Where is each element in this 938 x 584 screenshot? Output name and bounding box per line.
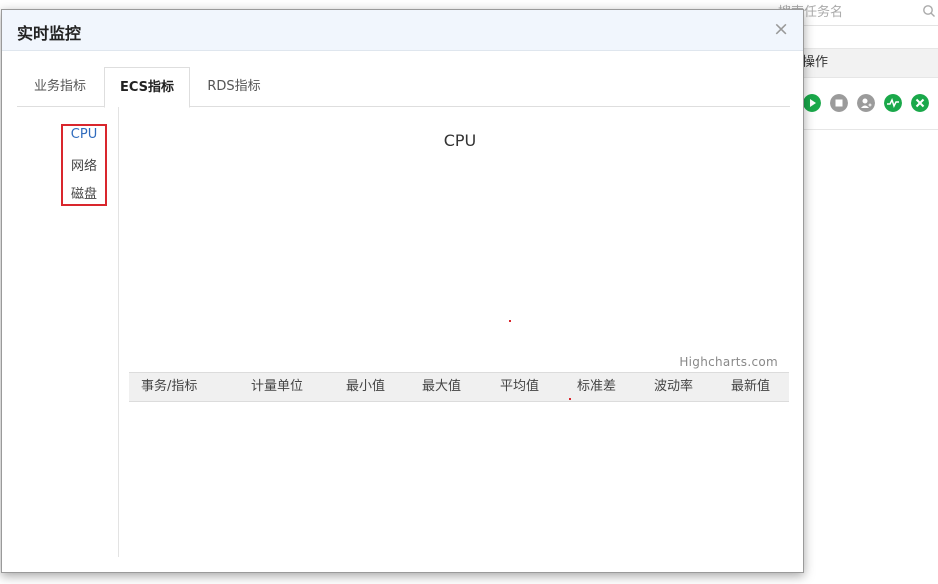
monitor-icon[interactable] [884, 94, 902, 112]
modal-title: 实时监控 [17, 24, 82, 43]
operation-label: 操作 [802, 55, 829, 70]
metric-nav: CPU 网络 磁盘 [2, 107, 119, 557]
nav-item-cpu[interactable]: CPU [63, 127, 105, 142]
close-icon[interactable]: × [773, 19, 789, 39]
stop-icon[interactable] [830, 94, 848, 112]
realtime-monitor-modal: 实时监控 × 业务指标 ECS指标 RDS指标 CPU 网络 磁盘 CPU Hi… [1, 9, 804, 573]
start-icon[interactable] [803, 94, 821, 112]
column-header: 平均值 [500, 379, 540, 394]
nav-highlight-box: CPU 网络 磁盘 [61, 124, 107, 206]
chart-point [509, 320, 511, 322]
chart-title: CPU [443, 131, 477, 150]
tab-rds-metrics[interactable]: RDS指标 [191, 67, 277, 107]
metric-tabs: 业务指标 ECS指标 RDS指标 [17, 67, 790, 108]
tab-ecs-metrics[interactable]: ECS指标 [104, 67, 190, 108]
column-header: 波动率 [654, 379, 694, 394]
column-header: 计量单位 [251, 379, 304, 394]
nav-item-network[interactable]: 网络 [63, 155, 105, 174]
column-header: 最新值 [731, 379, 771, 394]
table-marker-dot [569, 398, 571, 400]
search-icon[interactable] [922, 4, 936, 18]
nav-item-disk[interactable]: 磁盘 [63, 183, 105, 202]
stats-table-header: 事务/指标 计量单位 最小值 最大值 平均值 标准差 波动率 最新值 [129, 372, 789, 402]
column-header: 事务/指标 [141, 379, 198, 394]
column-header: 最大值 [422, 379, 462, 394]
highcharts-credits[interactable]: Highcharts.com [679, 355, 778, 369]
modal-header: 实时监控 × [2, 10, 803, 51]
column-header: 最小值 [346, 379, 386, 394]
delete-icon[interactable] [911, 94, 929, 112]
add-user-icon[interactable] [857, 94, 875, 112]
column-header: 标准差 [577, 379, 617, 394]
tab-business-metrics[interactable]: 业务指标 [17, 67, 103, 107]
